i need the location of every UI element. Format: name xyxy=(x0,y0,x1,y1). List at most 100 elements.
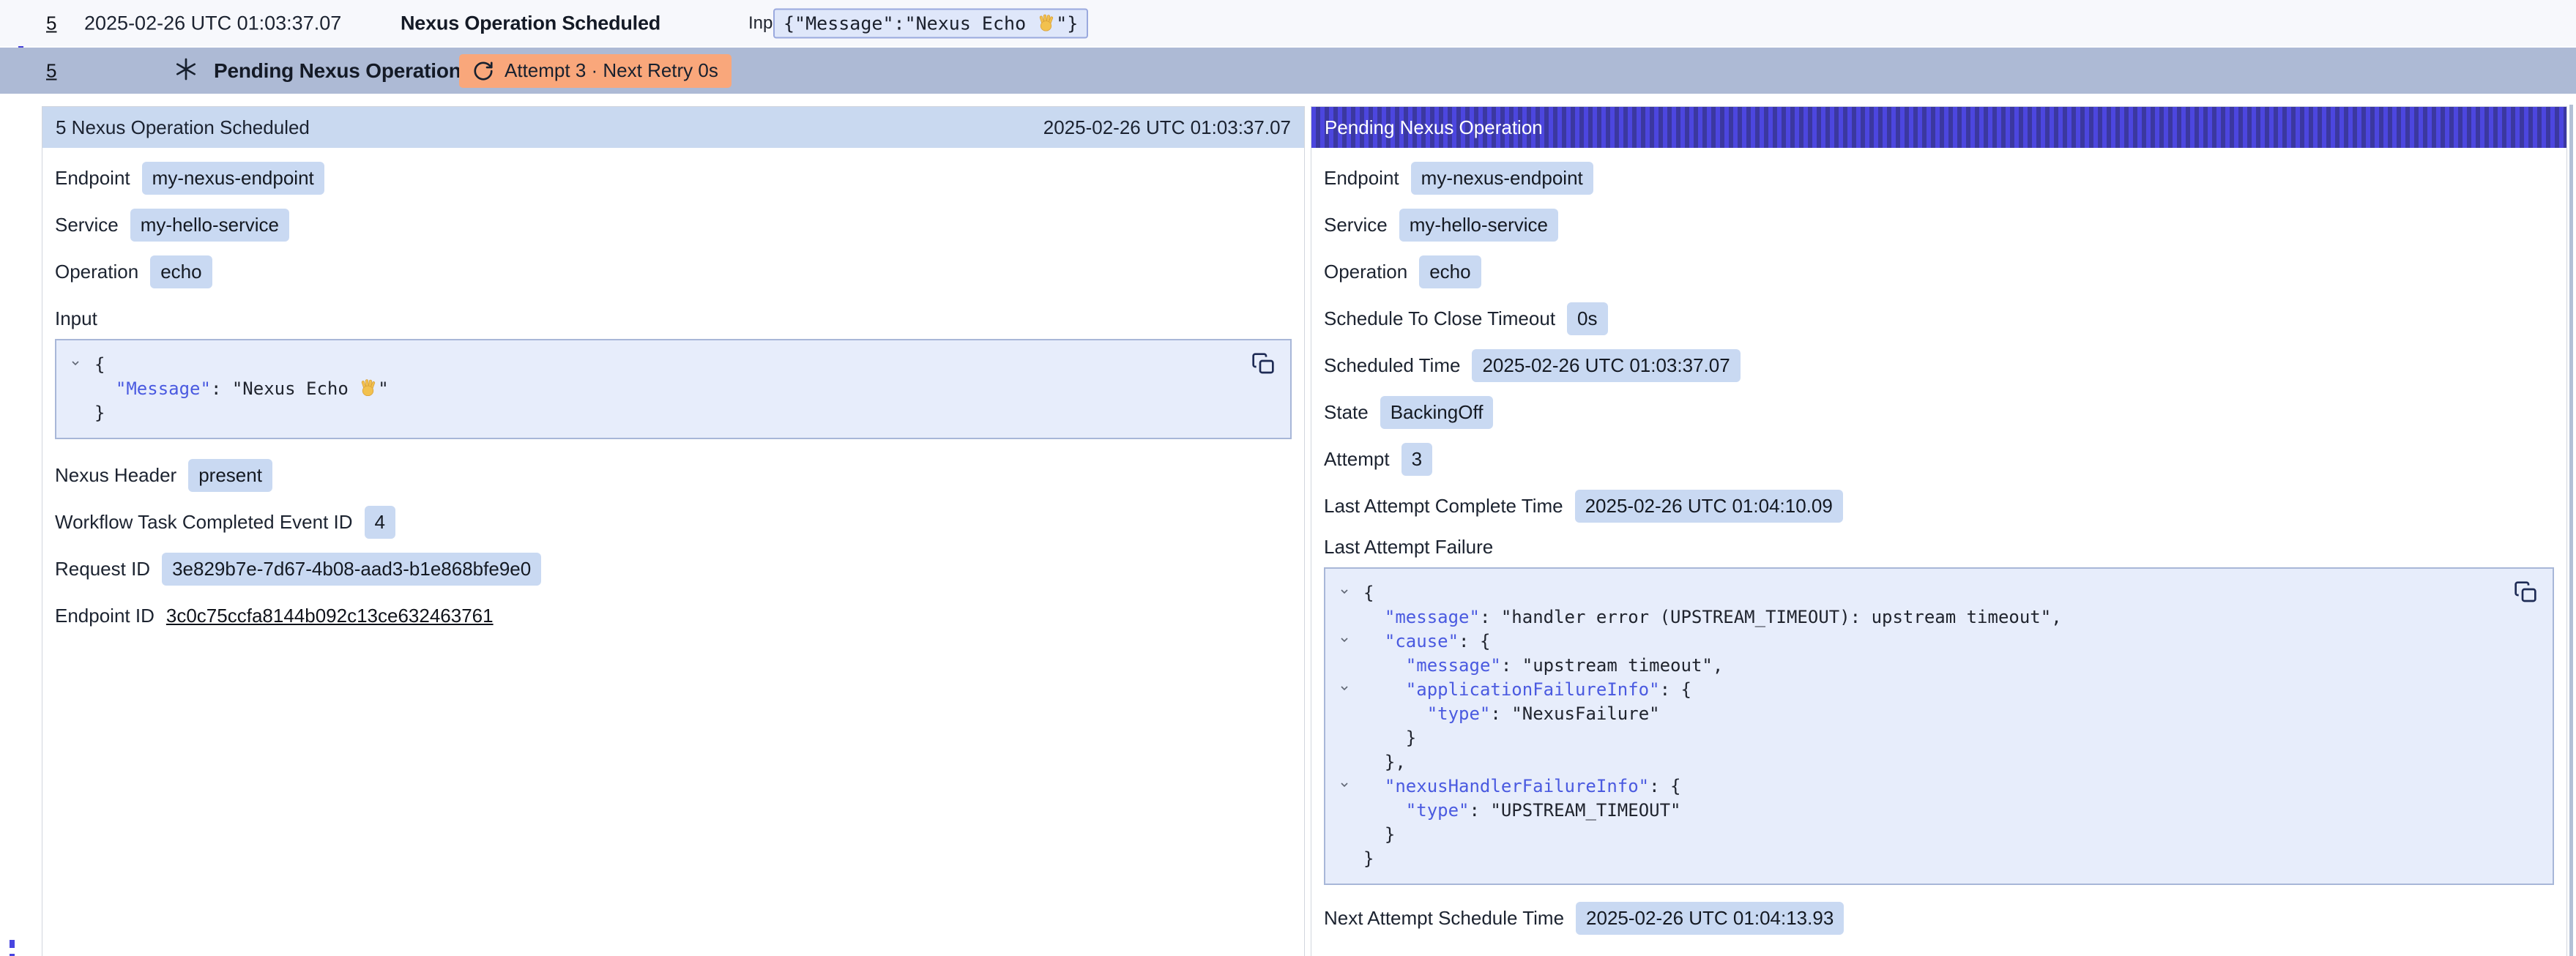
event-id-link[interactable]: 5 xyxy=(46,12,56,34)
detail-row: State BackingOff xyxy=(1324,395,2554,429)
detail-row: Service my-hello-service xyxy=(1324,208,2554,242)
history-row-pending[interactable]: 5 Pending Nexus Operation Attempt 3 · Ne… xyxy=(0,48,2576,94)
detail-label: Workflow Task Completed Event ID xyxy=(55,511,353,534)
collapse-chevron-icon[interactable] xyxy=(70,353,94,369)
pending-panel-title: Pending Nexus Operation xyxy=(1325,116,1543,139)
detail-label: Endpoint ID xyxy=(55,605,155,627)
timeline-dashed-line-bottom xyxy=(10,940,15,956)
pending-detail-rows: Endpoint my-nexus-endpoint Service my-he… xyxy=(1324,161,2554,523)
scheduled-panel-title: 5 Nexus Operation Scheduled xyxy=(56,116,310,139)
json-line: "type": "NexusFailure" xyxy=(1339,702,2539,726)
workflow-history-view: 5 2025-02-26 UTC 01:03:37.07 Nexus Opera… xyxy=(0,0,2576,956)
wave-emoji-icon xyxy=(1037,12,1056,34)
detail-row: Endpoint my-nexus-endpoint xyxy=(1324,161,2554,195)
detail-row: Service my-hello-service xyxy=(55,208,1292,242)
event-title: Nexus Operation Scheduled xyxy=(401,12,660,34)
detail-label: Schedule To Close Timeout xyxy=(1324,307,1555,330)
json-line: { xyxy=(70,353,1277,377)
detail-row: Operation echo xyxy=(1324,255,2554,288)
detail-row: Workflow Task Completed Event ID 4 xyxy=(55,505,1292,539)
detail-label: Operation xyxy=(55,261,138,283)
detail-row: Schedule To Close Timeout 0s xyxy=(1324,302,2554,335)
detail-value-chip: my-nexus-endpoint xyxy=(142,162,324,195)
detail-value-chip: 4 xyxy=(365,506,395,539)
detail-value-chip: present xyxy=(188,459,272,492)
copy-button[interactable] xyxy=(2513,580,2538,605)
detail-label: Endpoint xyxy=(1324,167,1399,190)
collapse-chevron-icon[interactable] xyxy=(1339,581,1363,597)
detail-value-chip: 3e829b7e-7d67-4b08-aad3-b1e868bfe9e0 xyxy=(162,553,541,586)
json-line: { xyxy=(1339,581,2539,605)
detail-row: Request ID 3e829b7e-7d67-4b08-aad3-b1e86… xyxy=(55,552,1292,586)
detail-value-chip: 2025-02-26 UTC 01:03:37.07 xyxy=(1472,349,1740,382)
detail-row: Endpoint ID 3c0c75ccfa8144b092c13ce63246… xyxy=(55,599,1292,632)
json-line: "nexusHandlerFailureInfo": { xyxy=(1339,774,2539,799)
json-line: "cause": { xyxy=(1339,630,2539,654)
detail-label: Operation xyxy=(1324,261,1407,283)
json-line: "message": "handler error (UPSTREAM_TIME… xyxy=(1339,605,2539,630)
detail-value-chip: 2025-02-26 UTC 01:04:13.93 xyxy=(1576,902,1844,935)
detail-value-chip: echo xyxy=(1419,255,1481,288)
scheduled-detail-rows-bottom: Nexus Header present Workflow Task Compl… xyxy=(55,458,1292,632)
detail-value-chip: echo xyxy=(150,255,212,288)
event-timestamp: 2025-02-26 UTC 01:03:37.07 xyxy=(84,12,341,34)
detail-value-chip: 3 xyxy=(1401,443,1432,476)
copy-button[interactable] xyxy=(1251,352,1276,377)
detail-label: Scheduled Time xyxy=(1324,354,1460,377)
json-line: "type": "UPSTREAM_TIMEOUT" xyxy=(1339,799,2539,823)
wave-emoji-icon xyxy=(359,378,378,399)
detail-value-chip: my-hello-service xyxy=(130,209,289,242)
retry-badge: Attempt 3 · Next Retry 0s xyxy=(459,54,732,88)
json-line: } xyxy=(1339,847,2539,871)
json-line: } xyxy=(1339,726,2539,750)
detail-row: Endpoint my-nexus-endpoint xyxy=(55,161,1292,195)
detail-value-chip: 0s xyxy=(1567,302,1607,335)
detail-label: Service xyxy=(55,214,119,236)
detail-value-chip: my-hello-service xyxy=(1399,209,1558,242)
pending-detail-rows-bottom: Next Attempt Schedule Time 2025-02-26 UT… xyxy=(1324,901,2554,935)
failure-section-label: Last Attempt Failure xyxy=(1324,536,2554,559)
input-section-label: Input xyxy=(55,307,1292,330)
pending-title: Pending Nexus Operation xyxy=(214,59,461,83)
pending-event-id-link[interactable]: 5 xyxy=(46,59,56,82)
input-preview-chip[interactable]: {"Message":"Nexus Echo "} xyxy=(773,8,1088,38)
detail-value-chip: my-nexus-endpoint xyxy=(1411,162,1593,195)
detail-row: Last Attempt Complete Time 2025-02-26 UT… xyxy=(1324,489,2554,523)
json-line: "message": "upstream timeout", xyxy=(1339,654,2539,678)
scheduled-panel-header: 5 Nexus Operation Scheduled 2025-02-26 U… xyxy=(42,107,1304,148)
scheduled-detail-rows: Endpoint my-nexus-endpoint Service my-he… xyxy=(55,161,1292,288)
detail-row: Operation echo xyxy=(55,255,1292,288)
endpoint-id-link[interactable]: 3c0c75ccfa8144b092c13ce632463761 xyxy=(166,600,494,632)
detail-row: Next Attempt Schedule Time 2025-02-26 UT… xyxy=(1324,901,2554,935)
pending-operation-panel: Pending Nexus Operation Endpoint my-nexu… xyxy=(1311,106,2567,956)
detail-value-chip: 2025-02-26 UTC 01:04:10.09 xyxy=(1575,490,1843,523)
scheduled-panel-timestamp: 2025-02-26 UTC 01:03:37.07 xyxy=(1043,116,1291,139)
asterisk-icon xyxy=(173,56,199,86)
history-row-scheduled[interactable]: 5 2025-02-26 UTC 01:03:37.07 Nexus Opera… xyxy=(0,0,2576,46)
collapse-chevron-icon[interactable] xyxy=(1339,630,1363,646)
detail-row: Attempt 3 xyxy=(1324,442,2554,476)
collapse-chevron-icon[interactable] xyxy=(1339,774,1363,791)
json-line: } xyxy=(1339,823,2539,847)
retry-badge-text: Attempt 3 · Next Retry 0s xyxy=(505,59,718,82)
retry-icon xyxy=(472,60,494,82)
detail-label: Last Attempt Complete Time xyxy=(1324,495,1563,518)
json-line: }, xyxy=(1339,750,2539,774)
json-line: } xyxy=(70,401,1277,425)
event-detail-panel-scheduled: 5 Nexus Operation Scheduled 2025-02-26 U… xyxy=(42,106,1305,956)
detail-label: Request ID xyxy=(55,558,150,580)
detail-row: Scheduled Time 2025-02-26 UTC 01:03:37.0… xyxy=(1324,348,2554,382)
detail-label: Endpoint xyxy=(55,167,130,190)
input-json-block: {"Message": "Nexus Echo "} xyxy=(55,339,1292,439)
json-line: "applicationFailureInfo": { xyxy=(1339,678,2539,702)
detail-row: Nexus Header present xyxy=(55,458,1292,492)
json-line: "Message": "Nexus Echo " xyxy=(70,377,1277,401)
detail-label: Service xyxy=(1324,214,1388,236)
detail-label: Next Attempt Schedule Time xyxy=(1324,907,1564,930)
detail-value-chip: BackingOff xyxy=(1380,396,1494,429)
detail-label: Attempt xyxy=(1324,448,1390,471)
detail-label: Nexus Header xyxy=(55,464,176,487)
failure-json-block: {"message": "handler error (UPSTREAM_TIM… xyxy=(1324,567,2554,885)
collapse-chevron-icon[interactable] xyxy=(1339,678,1363,694)
scrollbar[interactable] xyxy=(2569,105,2573,956)
